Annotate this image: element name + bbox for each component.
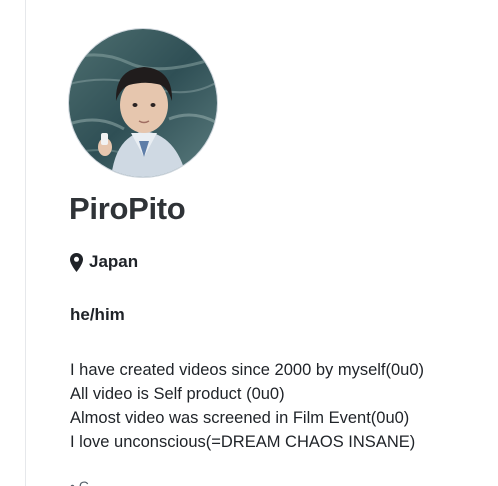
avatar[interactable] xyxy=(68,28,218,178)
location: Japan xyxy=(70,252,138,272)
divider xyxy=(25,0,26,486)
pronouns: he/him xyxy=(70,305,125,324)
bio-line: Almost video was screened in Film Event(… xyxy=(70,409,410,427)
bio-line: I have created videos since 2000 by myse… xyxy=(70,361,425,379)
bio-line: All video is Self product (0u0) xyxy=(70,385,285,403)
bio: I have created videos since 2000 by myse… xyxy=(70,358,424,454)
bio-line: I love unconscious(=DREAM CHAOS INSANE) xyxy=(70,433,416,451)
display-name: PiroPito xyxy=(69,191,186,226)
profile-page: PiroPito Japan he/him I have created vid… xyxy=(0,0,498,486)
location-text: Japan xyxy=(89,252,139,271)
avatar-photo xyxy=(69,29,217,177)
map-pin-icon xyxy=(70,252,83,272)
truncated-list-item: • C xyxy=(70,478,89,486)
